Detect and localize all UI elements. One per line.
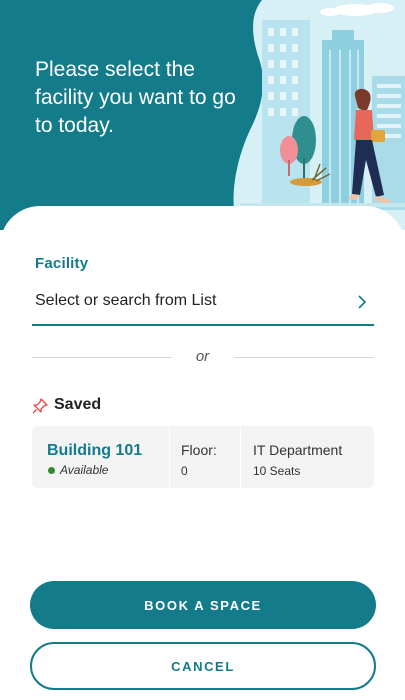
card-building-column: Building 101 Available: [32, 426, 169, 488]
facility-select[interactable]: Select or search from List: [32, 282, 374, 326]
hero-header: Please select the facility you want to g…: [0, 0, 405, 230]
facility-placeholder: Select or search from List: [35, 292, 217, 309]
department-name: IT Department: [253, 442, 343, 458]
chevron-right-icon: [358, 295, 367, 309]
divider-right: [234, 357, 374, 358]
building-name: Building 101: [47, 442, 143, 459]
cancel-button[interactable]: CANCEL: [30, 642, 376, 690]
floor-value: 0: [181, 464, 188, 478]
floor-label: Floor:: [181, 442, 217, 458]
seat-count: 10 Seats: [253, 464, 301, 478]
building-status: Available: [60, 463, 109, 477]
facility-label: Facility: [35, 255, 89, 272]
page-title: Please select the facility you want to g…: [35, 58, 236, 137]
saved-title: Saved: [54, 396, 102, 413]
card-department-column: IT Department 10 Seats: [241, 426, 374, 488]
pin-icon: [32, 398, 48, 414]
status-available-dot: [48, 467, 55, 474]
book-space-button[interactable]: BOOK A SPACE: [30, 581, 376, 629]
card-floor-column: Floor: 0: [170, 426, 240, 488]
saved-facility-card[interactable]: Building 101 Available Floor: 0 IT Depar…: [32, 426, 374, 488]
